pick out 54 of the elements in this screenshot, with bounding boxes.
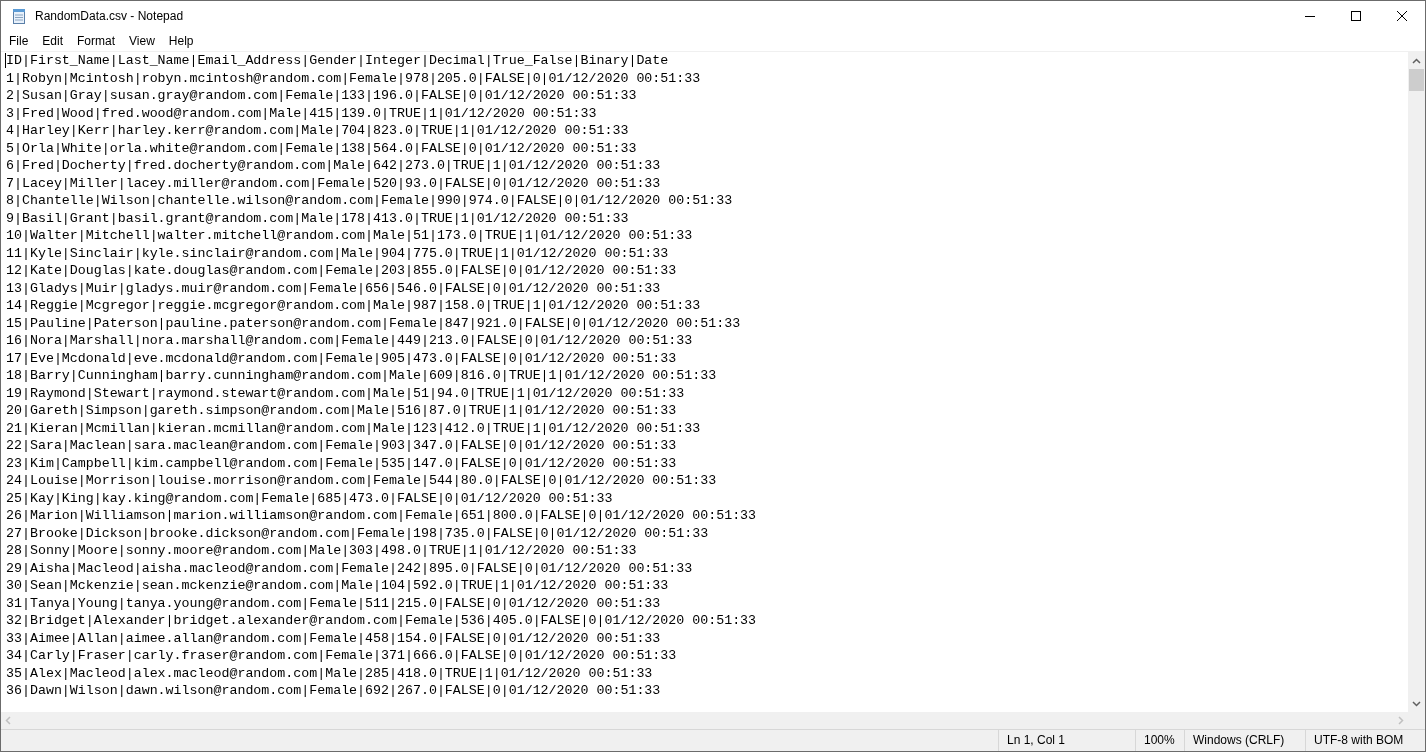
text-line: 27|Brooke|Dickson|brooke.dickson@random.com|Female|198|735.0|FALSE|0|01/12/2020 00:51:33 [6,524,709,542]
text-line: 32|Bridget|Alexander|bridget.alexander@random.com|Female|536|405.0|FALSE|0|01/12/2020 00:51:33 [6,612,757,630]
text-line: 17|Eve|Mcdonald|eve.mcdonald@random.com|Female|905|473.0|FALSE|0|01/12/2020 00:51:33 [6,349,677,367]
text-line: 7|Lacey|Miller|lacey.miller@random.com|Female|520|93.0|FALSE|0|01/12/2020 00:51:33 [6,174,661,192]
menu-item[interactable]: View [122,31,162,51]
text-line: 26|Marion|Williamson|marion.williamson@random.com|Female|651|800.0|FALSE|0|01/12/2020 00:51:33 [6,507,757,525]
text-line: 14|Reggie|Mcgregor|reggie.mcgregor@random.com|Male|987|158.0|TRUE|1|01/12/2020 00:51:33 [6,297,701,315]
text-line: 10|Walter|Mitchell|walter.mitchell@random.com|Male|51|173.0|TRUE|1|01/12/2020 00:51:33 [6,227,693,245]
text-line: 2|Susan|Gray|susan.gray@random.com|Female|133|196.0|FALSE|0|01/12/2020 00:51:33 [6,87,637,105]
text-line: 4|Harley|Kerr|harley.kerr@random.com|Male|704|823.0|TRUE|1|01/12/2020 00:51:33 [6,122,629,140]
text-line: 3|Fred|Wood|fred.wood@random.com|Male|415|139.0|TRUE|1|01/12/2020 00:51:33 [6,104,597,122]
text-line: 16|Nora|Marshall|nora.marshall@random.com|Female|449|213.0|FALSE|0|01/12/2020 00:51:33 [6,332,693,350]
close-icon [1397,11,1407,21]
text-line: ID|First_Name|Last_Name|Email_Address|Gender|Integer|Decimal|True_False|Binary|Date [6,52,669,70]
cursor-position: Ln 1, Col 1 [998,730,1135,751]
line-ending: Windows (CRLF) [1184,730,1305,751]
text-line: 21|Kieran|Mcmillan|kieran.mcmillan@random.com|Male|123|412.0|TRUE|1|01/12/2020 00:51:33 [6,419,701,437]
text-line: 22|Sara|Maclean|sara.maclean@random.com|Female|903|347.0|FALSE|0|01/12/2020 00:51:33 [6,437,677,455]
scroll-thumb[interactable] [1409,69,1424,91]
text-line: 18|Barry|Cunningham|barry.cunningham@random.com|Male|609|816.0|TRUE|1|01/12/2020 00:51:33 [6,367,717,385]
zoom-level: 100% [1135,730,1184,751]
window-title: RandomData.csv - Notepad [35,8,185,25]
text-line: 19|Raymond|Stewart|raymond.stewart@random.com|Male|51|94.0|TRUE|1|01/12/2020 00:51:33 [6,384,685,402]
text-line: 35|Alex|Macleod|alex.macleod@random.com|Male|285|418.0|TRUE|1|01/12/2020 00:51:33 [6,664,653,682]
text-line: 9|Basil|Grant|basil.grant@random.com|Male|178|413.0|TRUE|1|01/12/2020 00:51:33 [6,209,629,227]
text-line: 15|Pauline|Paterson|pauline.paterson@random.com|Female|847|921.0|FALSE|0|01/12/2020 00:51:33 [6,314,741,332]
text-line: 13|Gladys|Muir|gladys.muir@random.com|Female|656|546.0|FALSE|0|01/12/2020 00:51:33 [6,279,661,297]
text-line: 36|Dawn|Wilson|dawn.wilson@random.com|Female|692|267.0|FALSE|0|01/12/2020 00:51:33 [6,682,661,700]
scroll-left-icon[interactable] [5,716,11,725]
text-line: 6|Fred|Docherty|fred.docherty@random.com|Male|642|273.0|TRUE|1|01/12/2020 00:51:33 [6,157,661,175]
text-line: 30|Sean|Mckenzie|sean.mckenzie@random.com|Male|104|592.0|TRUE|1|01/12/2020 00:51:33 [6,577,669,595]
scroll-right-icon[interactable] [1398,716,1404,725]
menu-item[interactable]: Format [70,31,123,51]
text-line: 24|Louise|Morrison|louise.morrison@random.com|Female|544|80.0|FALSE|0|01/12/2020 00:51:33 [6,472,717,490]
text-line: 12|Kate|Douglas|kate.douglas@random.com|Female|203|855.0|FALSE|0|01/12/2020 00:51:33 [6,262,677,280]
maximize-icon [1351,11,1361,21]
text-line: 25|Kay|King|kay.king@random.com|Female|685|473.0|FALSE|0|01/12/2020 00:51:33 [6,489,613,507]
menu-item[interactable]: Help [161,31,201,51]
text-line: 31|Tanya|Young|tanya.young@random.com|Female|511|215.0|FALSE|0|01/12/2020 00:51:33 [6,594,661,612]
notepad-icon [11,8,27,24]
text-line: 5|Orla|White|orla.white@random.com|Female|138|564.0|FALSE|0|01/12/2020 00:51:33 [6,139,637,157]
text-cursor [5,53,6,69]
text-line: 33|Aimee|Allan|aimee.allan@random.com|Female|458|154.0|FALSE|0|01/12/2020 00:51:33 [6,629,661,647]
text-line: 8|Chantelle|Wilson|chantelle.wilson@random.com|Female|990|974.0|FALSE|0|01/12/2020 00:51:33 [6,192,733,210]
text-line: 11|Kyle|Sinclair|kyle.sinclair@random.com|Male|904|775.0|TRUE|1|01/12/2020 00:51:33 [6,244,669,262]
encoding: UTF-8 with BOM [1305,730,1425,751]
text-line: 29|Aisha|Macleod|aisha.macleod@random.com|Female|242|895.0|FALSE|0|01/12/2020 00:51:33 [6,559,693,577]
text-line: 28|Sonny|Moore|sonny.moore@random.com|Male|303|498.0|TRUE|1|01/12/2020 00:51:33 [6,542,637,560]
text-line: 23|Kim|Campbell|kim.campbell@random.com|Female|535|147.0|FALSE|0|01/12/2020 00:51:33 [6,454,677,472]
menu-item[interactable]: File [2,31,36,51]
text-line: 1|Robyn|Mcintosh|robyn.mcintosh@random.com|Female|978|205.0|FALSE|0|01/12/2020 00:51:33 [6,69,701,87]
menu-item[interactable]: Edit [35,31,71,51]
text-line: 34|Carly|Fraser|carly.fraser@random.com|Female|371|666.0|FALSE|0|01/12/2020 00:51:33 [6,647,677,665]
text-line: 20|Gareth|Simpson|gareth.simpson@random.com|Male|516|87.0|TRUE|1|01/12/2020 00:51:33 [6,402,677,420]
